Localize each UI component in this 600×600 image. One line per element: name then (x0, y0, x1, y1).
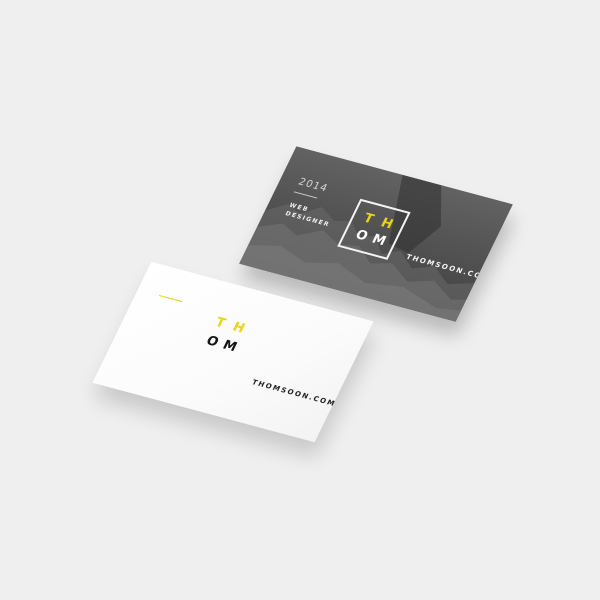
logo-letter-h: H (378, 215, 397, 233)
logo-letter-o: O (203, 333, 222, 351)
accent-line (158, 294, 183, 303)
logo-letter-m: M (369, 231, 389, 249)
logo-letter-m: M (220, 337, 240, 355)
white-card-url: THOMSOON.COM (250, 378, 338, 408)
white-business-card: T H O M THOMSOON.COM (92, 261, 374, 443)
business-card-mockup: 2014 WEB DESIGNER T H O M THOMSOON.COM T… (0, 0, 600, 600)
logo-letter-t: T (212, 315, 228, 332)
logo-letter-o: O (352, 227, 371, 245)
logo-letter-h: H (229, 319, 248, 337)
logo-letter-t: T (360, 211, 378, 228)
dark-business-card: 2014 WEB DESIGNER T H O M THOMSOON.COM (239, 146, 513, 322)
